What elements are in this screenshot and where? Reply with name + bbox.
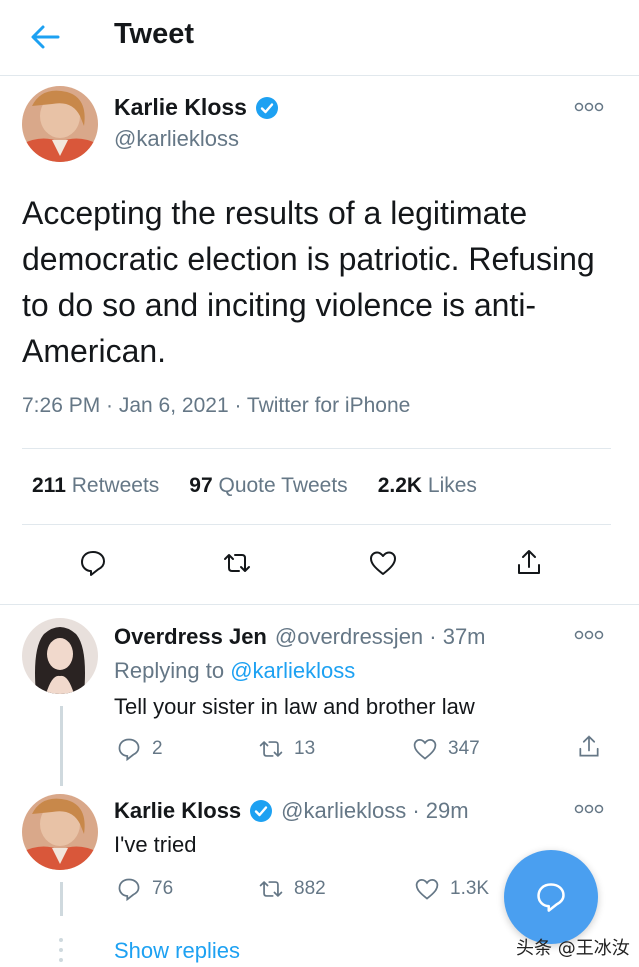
retweet-icon[interactable] (222, 548, 252, 578)
reply-count: 76 (152, 878, 174, 899)
reply-text: Tell your sister in law and brother law (114, 694, 475, 719)
back-arrow-icon[interactable] (28, 22, 62, 52)
verified-badge-icon (250, 800, 273, 822)
like-action[interactable]: 1.3K (414, 876, 489, 902)
like-count: 347 (448, 738, 480, 759)
reply-action[interactable]: 2 (116, 736, 163, 762)
tweet-timestamp: 7:26 PM · Jan 6, 2021 · Twitter for iPho… (22, 394, 411, 417)
reply-author-name[interactable]: Karlie Kloss (114, 798, 241, 824)
top-bar: Tweet (0, 0, 639, 76)
thread-line (60, 882, 63, 916)
retweet-action[interactable]: 13 (258, 736, 315, 762)
quote-tweets-stat[interactable]: 97 Quote Tweets (189, 474, 347, 498)
reply-tweet[interactable]: Overdress Jen @overdressjen · 37m Replyi… (0, 604, 639, 786)
verified-badge-icon (255, 96, 278, 119)
tweet-actions (0, 548, 639, 588)
watermark: 头条 @王冰汝 (516, 938, 630, 959)
retweets-stat[interactable]: 211 Retweets (32, 474, 159, 498)
like-count: 1.3K (450, 878, 490, 899)
avatar[interactable] (22, 618, 98, 694)
thread-line (60, 706, 63, 786)
share-icon[interactable] (514, 548, 544, 578)
tweet-text: Accepting the results of a legitimate de… (22, 195, 595, 369)
likes-stat[interactable]: 2.2K Likes (378, 474, 477, 498)
like-heart-icon[interactable] (368, 548, 398, 578)
show-replies-link[interactable]: Show replies (114, 938, 240, 964)
retweet-count: 882 (294, 878, 326, 899)
mention-link[interactable]: @karliekloss (230, 658, 355, 683)
reply-count: 2 (152, 738, 163, 759)
replying-to: Replying to @karliekloss (114, 658, 356, 683)
like-heart-icon (413, 739, 437, 760)
thread-dots (59, 938, 63, 962)
author-name[interactable]: Karlie Kloss (114, 94, 247, 121)
share-icon (579, 735, 599, 757)
divider (22, 448, 611, 449)
avatar[interactable] (22, 86, 98, 162)
like-heart-icon (415, 879, 439, 900)
divider (22, 524, 611, 525)
reply-handle-time[interactable]: @karliekloss · 29m (281, 798, 468, 824)
avatar[interactable] (22, 794, 98, 870)
reply-icon[interactable] (78, 548, 108, 578)
author-handle[interactable]: @karliekloss (114, 126, 239, 152)
reply-icon (537, 883, 565, 912)
more-options-icon[interactable] (574, 630, 604, 640)
like-action[interactable]: 347 (412, 736, 480, 762)
compose-reply-button[interactable] (504, 850, 598, 944)
retweet-count: 13 (294, 738, 316, 759)
reply-author-name[interactable]: Overdress Jen (114, 624, 267, 650)
share-action[interactable] (576, 734, 602, 760)
more-options-icon[interactable] (574, 804, 604, 814)
reply-text: I've tried (114, 832, 197, 857)
reply-icon (118, 878, 140, 902)
reply-action[interactable]: 76 (116, 876, 173, 902)
reply-handle-time[interactable]: @overdressjen · 37m (275, 624, 486, 650)
page-title: Tweet (114, 18, 195, 50)
reply-icon (118, 738, 140, 762)
retweet-icon (259, 741, 283, 757)
retweet-action[interactable]: 882 (258, 876, 326, 902)
retweet-icon (259, 881, 283, 897)
engagement-stats: 211 Retweets 97 Quote Tweets 2.2K Likes (32, 474, 477, 498)
more-options-icon[interactable] (574, 102, 604, 112)
